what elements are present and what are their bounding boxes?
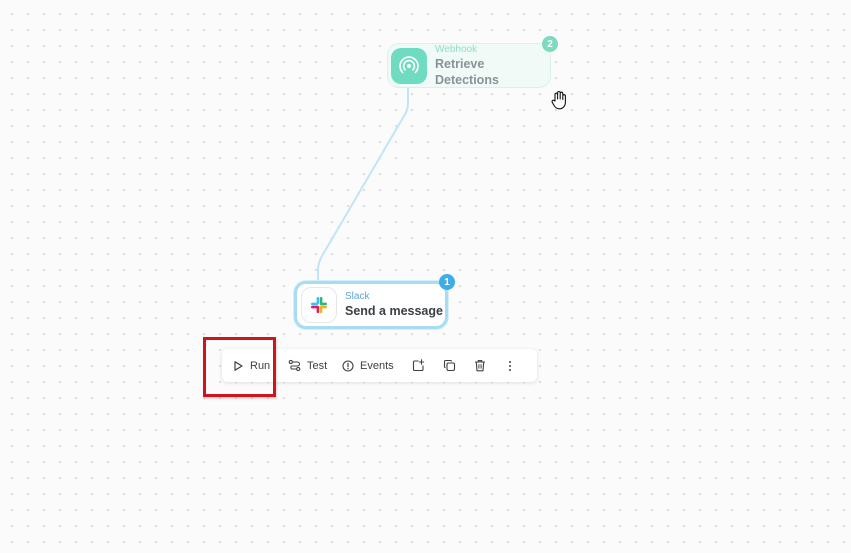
copy-icon (443, 359, 456, 372)
events-button[interactable]: Events (342, 349, 394, 382)
test-flow-icon (288, 359, 301, 372)
test-button[interactable]: Test (288, 349, 328, 382)
share-export-icon (412, 359, 425, 372)
more-vertical-icon (508, 360, 512, 372)
more-options-button[interactable] (508, 349, 512, 382)
node-type-label: Slack (345, 291, 370, 302)
delete-button[interactable] (474, 349, 486, 382)
webhook-node[interactable]: Webhook Retrieve Detections 2 (387, 36, 558, 88)
copy-button[interactable] (443, 349, 456, 382)
webhook-signal-icon (391, 47, 427, 84)
grab-hand-icon (549, 89, 571, 116)
slack-logo-icon (301, 287, 337, 323)
workflow-canvas[interactable]: Webhook Retrieve Detections 2 Slack Send… (0, 0, 851, 553)
node-title: Retrieve Detections (435, 56, 499, 87)
info-circle-icon (342, 359, 354, 372)
events-label: Events (360, 359, 394, 372)
node-title: Send a message (345, 304, 443, 318)
test-label: Test (307, 359, 328, 372)
annotation-highlight-box (203, 337, 276, 397)
share-button[interactable] (412, 349, 425, 382)
node-order-badge: 1 (439, 274, 455, 290)
slack-node[interactable]: Slack Send a message 1 (294, 274, 455, 329)
node-order-badge: 2 (542, 36, 558, 52)
trash-icon (474, 359, 486, 372)
node-type-label: Webhook (435, 43, 478, 55)
